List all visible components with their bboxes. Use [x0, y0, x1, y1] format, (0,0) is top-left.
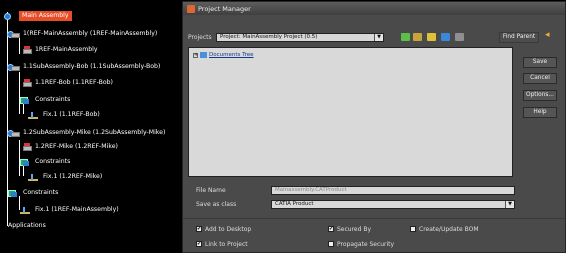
- tree-item[interactable]: 1.2REF-Mike (1.2REF-Mike): [19, 142, 119, 152]
- dialog-title: Project Manager: [198, 4, 251, 13]
- assembly-icon: [4, 12, 17, 21]
- fix-constraint-icon: [19, 206, 32, 215]
- folder-icon[interactable]: [413, 33, 422, 41]
- projects-label: Projects: [188, 34, 212, 41]
- file-name-field[interactable]: Mainassembly.CATProduct: [271, 186, 515, 195]
- tree-item[interactable]: 1(REF-MainAssembly (1REF-MainAssembly): [7, 29, 158, 39]
- app-icon: [187, 4, 195, 13]
- refresh-icon[interactable]: [401, 33, 410, 41]
- tree-item-label[interactable]: Applications: [7, 221, 47, 231]
- save-as-label: Save as class: [196, 201, 237, 208]
- add-to-desktop-checkbox[interactable]: ✔: [196, 226, 202, 232]
- product-tree: Main Assembly 1(REF-MainAssembly (1REF-M…: [0, 0, 182, 253]
- tree-item-label[interactable]: 1.2SubAssembly-Mike (1.2SubAssembly-Mike…: [22, 128, 166, 138]
- chevron-down-icon[interactable]: ▼: [374, 34, 383, 41]
- create-update-bom-label: Create/Update BOM: [419, 226, 479, 233]
- project-select[interactable]: Project: MainAssembly Project (0.5) ▼: [216, 33, 384, 42]
- tree-item-label[interactable]: 1(REF-MainAssembly (1REF-MainAssembly): [22, 29, 158, 39]
- tree-item[interactable]: 1.2SubAssembly-Mike (1.2SubAssembly-Mike…: [7, 128, 166, 138]
- product-icon: [7, 129, 20, 138]
- secured-by-checkbox[interactable]: ✔: [328, 226, 334, 232]
- folder-icon: [200, 52, 207, 58]
- view-icon[interactable]: [455, 33, 464, 41]
- tree-item-label[interactable]: Fix.1 (1.2REF-Mike): [42, 172, 103, 182]
- tree-root[interactable]: Main Assembly: [4, 11, 72, 21]
- propagate-security-checkbox[interactable]: [328, 241, 334, 247]
- documents-tree-node[interactable]: + Documents Tree: [193, 52, 254, 58]
- constraints-icon: [7, 189, 20, 198]
- fix-constraint-icon: [27, 111, 40, 120]
- tree-item[interactable]: Constraints: [7, 188, 59, 198]
- product-icon: [7, 63, 20, 72]
- options-label: Options...: [526, 92, 554, 98]
- constraints-icon: [19, 158, 32, 167]
- tree-item-label[interactable]: Constraints: [34, 157, 71, 167]
- cancel-label: Cancel: [530, 75, 550, 81]
- file-name-label: File Name: [196, 187, 226, 194]
- help-button[interactable]: Help: [523, 107, 557, 118]
- link-to-project-label: Link to Project: [205, 241, 248, 248]
- tree-item[interactable]: 1REF-MainAssembly: [19, 45, 99, 55]
- expand-icon[interactable]: +: [193, 52, 198, 58]
- tree-item[interactable]: Constraints: [19, 157, 71, 167]
- documents-tree-panel[interactable]: + Documents Tree: [188, 47, 513, 177]
- divider: [183, 218, 565, 219]
- tree-item-label[interactable]: 1REF-MainAssembly: [34, 45, 99, 55]
- project-value: Project: MainAssembly Project (0.5): [220, 34, 318, 40]
- tree-item-label[interactable]: 1.2REF-Mike (1.2REF-Mike): [34, 142, 119, 152]
- project-manager-dialog: Project Manager Projects Project: MainAs…: [182, 1, 566, 253]
- save-label: Save: [532, 59, 548, 65]
- propagate-security-label: Propagate Security: [337, 241, 395, 248]
- find-parent-label: Find Parent: [502, 34, 536, 40]
- tree-item[interactable]: Constraints: [19, 95, 71, 105]
- documents-tree-label[interactable]: Documents Tree: [209, 52, 254, 58]
- properties-icon[interactable]: [441, 33, 450, 41]
- tree-item[interactable]: 1.1SubAssembly-Bob (1.1SubAssembly-Bob): [7, 62, 161, 72]
- save-as-value: CATIA Product: [275, 201, 314, 207]
- tree-item[interactable]: Fix.1 (1REF-MainAssembly): [19, 205, 120, 215]
- chevron-down-icon[interactable]: ▼: [505, 201, 514, 208]
- tree-item-label[interactable]: 1.1REF-Bob (1.1REF-Bob): [34, 78, 114, 88]
- tree-item[interactable]: Applications: [7, 221, 47, 231]
- dialog-titlebar[interactable]: Project Manager: [183, 2, 565, 15]
- create-update-bom-checkbox[interactable]: [410, 226, 416, 232]
- save-button[interactable]: Save: [523, 57, 557, 68]
- part-icon: [19, 142, 32, 152]
- file-name-value: Mainassembly.CATProduct: [275, 187, 347, 193]
- secured-by-label: Secured By: [337, 226, 372, 233]
- fix-constraint-icon: [27, 173, 40, 182]
- find-parent-button[interactable]: Find Parent: [499, 32, 539, 43]
- tree-item-label[interactable]: Constraints: [34, 95, 71, 105]
- new-project-icon[interactable]: [427, 33, 436, 41]
- save-as-select[interactable]: CATIA Product ▼: [271, 200, 515, 209]
- tree-line: [23, 104, 24, 114]
- link-to-project-checkbox[interactable]: ✔: [196, 241, 202, 247]
- tree-item[interactable]: Fix.1 (1.2REF-Mike): [27, 172, 103, 182]
- part-icon: [19, 45, 32, 55]
- product-icon: [7, 30, 20, 39]
- tree-item-label[interactable]: Constraints: [22, 188, 59, 198]
- tree-item-label[interactable]: Fix.1 (1REF-MainAssembly): [34, 205, 120, 215]
- tree-item[interactable]: Fix.1 (1.1REF-Bob): [27, 110, 101, 120]
- cancel-button[interactable]: Cancel: [523, 73, 557, 84]
- constraints-icon: [19, 96, 32, 105]
- help-label: Help: [533, 109, 547, 115]
- options-button[interactable]: Options...: [523, 90, 557, 101]
- tree-item[interactable]: 1.1REF-Bob (1.1REF-Bob): [19, 78, 114, 88]
- tree-item-label[interactable]: 1.1SubAssembly-Bob (1.1SubAssembly-Bob): [22, 62, 161, 72]
- arrow-left-icon[interactable]: ◂: [545, 30, 550, 40]
- add-to-desktop-label: Add to Desktop: [205, 226, 252, 233]
- part-icon: [19, 78, 32, 88]
- tree-line: [23, 166, 24, 176]
- tree-root-label[interactable]: Main Assembly: [19, 11, 72, 21]
- tree-item-label[interactable]: Fix.1 (1.1REF-Bob): [42, 110, 101, 120]
